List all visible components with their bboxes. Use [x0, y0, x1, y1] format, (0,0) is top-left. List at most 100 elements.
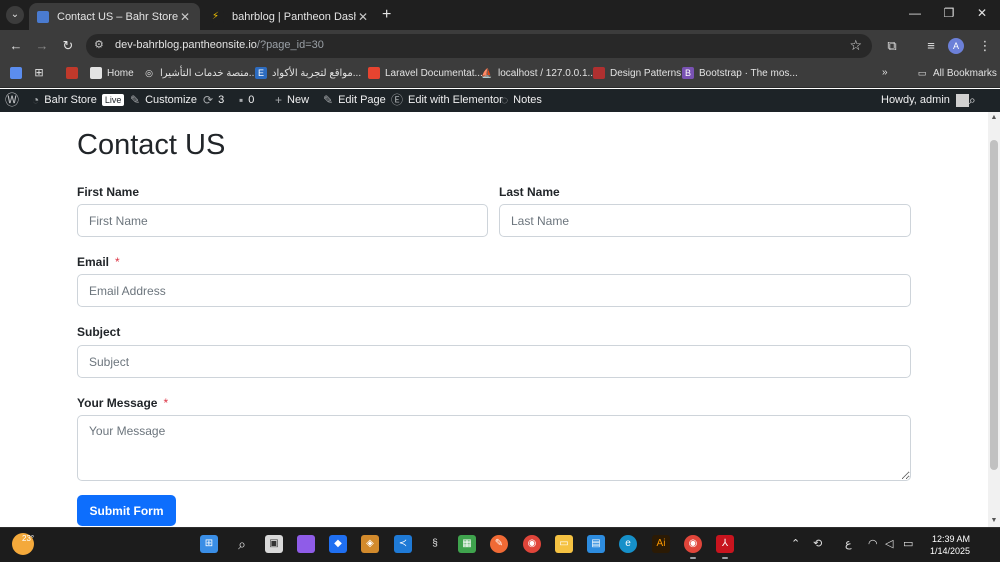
email-input[interactable] [77, 274, 911, 307]
more-bookmarks-chevron-icon[interactable]: » [882, 67, 888, 78]
bookmark-home[interactable]: Home [90, 67, 134, 79]
forward-arrow-icon[interactable]: → [33, 38, 51, 54]
refactoring-icon [593, 67, 605, 79]
bookmark-design-patterns[interactable]: Design Patterns [593, 67, 681, 79]
tray-chevron-icon[interactable]: ⌃ [791, 537, 800, 550]
wp-howdy[interactable]: Howdy, admin [881, 93, 969, 107]
language-indicator[interactable]: ع [845, 537, 852, 550]
message-label: Your Message * [77, 396, 169, 410]
new-tab-plus-icon[interactable]: + [382, 6, 391, 24]
page-content: Contact US First Name Last Name Email* S… [0, 112, 988, 527]
extensions-puzzle-icon[interactable]: ⧉ [883, 38, 901, 54]
task-view-icon[interactable]: ▣ [265, 535, 283, 553]
bookmark-code-sites[interactable]: E مواقع لتجربة الأكواد... [255, 67, 361, 79]
tab-title: Contact US – Bahr Store [57, 10, 178, 23]
elementor-icon: Ⓔ [391, 93, 404, 107]
illustrator-icon[interactable]: Ai [652, 535, 670, 553]
browser-toolbar: ← → ↻ ⚙ dev-bahrblog.pantheonsite.io/?pa… [0, 30, 1000, 62]
dropbox-icon[interactable]: ◆ [329, 535, 347, 553]
chrome-icon[interactable]: ◉ [523, 535, 541, 553]
wp-site-name[interactable]: ◔ Bahr Store Live [32, 93, 125, 107]
bookmark-square-icon[interactable] [10, 67, 27, 79]
wp-edit-page[interactable]: ✎ Edit Page [323, 93, 386, 107]
folder-icon: ▭ [917, 68, 927, 78]
subject-input[interactable] [77, 345, 911, 378]
tab-contact-us[interactable]: Contact US – Bahr Store ✕ [29, 3, 200, 30]
volume-icon[interactable]: ◁ [885, 537, 893, 550]
submit-form-button[interactable]: Submit Form [77, 495, 176, 526]
wordpress-logo-icon[interactable]: Ⓦ [5, 93, 24, 107]
weather-temperature: 23° [22, 534, 35, 543]
all-bookmarks[interactable]: ▭ All Bookmarks [916, 67, 997, 79]
close-tab-icon[interactable]: ✕ [356, 10, 370, 24]
wifi-icon[interactable]: ◠ [868, 537, 878, 550]
user-avatar [955, 93, 969, 107]
system-clock[interactable]: 12:39 AM 1/14/2025 [922, 533, 970, 557]
scroll-up-arrow-icon[interactable]: ▲ [988, 112, 1000, 124]
live-badge: Live [101, 94, 125, 106]
page-scrollbar[interactable]: ▲ ▼ [988, 112, 1000, 527]
store-icon[interactable]: ▤ [587, 535, 605, 553]
sync-icon[interactable]: ⟲ [813, 537, 822, 550]
profile-avatar[interactable]: A [948, 38, 964, 54]
kebab-menu-icon[interactable]: ⋮ [976, 38, 994, 54]
wp-new[interactable]: + New [275, 93, 309, 107]
back-arrow-icon[interactable]: ← [7, 38, 25, 54]
site-info-icon[interactable]: ⚙ [94, 38, 104, 51]
copilot-icon[interactable] [297, 535, 315, 553]
chrome-profile-icon[interactable]: ◉ [684, 535, 702, 559]
tab-search-button[interactable]: ⌄ [6, 6, 24, 24]
dashboard-icon: ◔ [32, 93, 40, 107]
file-explorer-icon[interactable]: ▭ [555, 535, 573, 553]
bookmark-visa[interactable]: ◎ منصة خدمات التأشيرا... [143, 67, 257, 79]
last-name-input[interactable] [499, 204, 911, 237]
laravel-icon [368, 67, 380, 79]
battery-icon[interactable]: ▭ [903, 537, 913, 550]
tab-pantheon[interactable]: ⚡ bahrblog | Pantheon Dashboard ✕ [204, 3, 378, 30]
pencil-icon: ✎ [323, 93, 334, 107]
subject-label: Subject [77, 325, 121, 339]
colorful-app-icon[interactable]: ▦ [458, 535, 476, 553]
bookmark-bootstrap[interactable]: B Bootstrap · The mos... [682, 67, 798, 79]
address-bar[interactable]: ⚙ dev-bahrblog.pantheonsite.io/?page_id=… [86, 34, 872, 58]
scrollbar-thumb[interactable] [990, 140, 998, 470]
last-name-label: Last Name [499, 185, 560, 199]
search-icon[interactable]: ⌕ [233, 535, 251, 553]
windows-start-icon[interactable]: ⊞ [200, 535, 218, 553]
media-controls-icon[interactable]: ≡ [922, 38, 940, 54]
browser-tab-strip: ⌄ Contact US – Bahr Store ✕ ⚡ bahrblog |… [0, 0, 1000, 30]
updates-icon: ⟳ [203, 93, 214, 107]
wp-customize[interactable]: ✎ Customize [130, 93, 197, 107]
reload-icon[interactable]: ↻ [59, 38, 77, 54]
apps-grid-icon[interactable]: ⊞ [33, 67, 50, 79]
sourcetree-icon[interactable]: ◈ [361, 535, 379, 553]
close-tab-icon[interactable]: ✕ [178, 10, 192, 24]
bookmark-localhost[interactable]: ⛵ localhost / 127.0.0.1... [481, 67, 595, 79]
wp-edit-elementor[interactable]: Ⓔ Edit with Elementor [391, 93, 503, 107]
email-label: Email * [77, 255, 120, 269]
pantheon-favicon-icon: ⚡ [212, 10, 224, 23]
restore-icon[interactable]: ❐ [939, 6, 959, 20]
scroll-down-arrow-icon[interactable]: ▼ [988, 515, 1000, 527]
wp-comments[interactable]: ▪ 0 [239, 93, 254, 107]
sublime-icon[interactable]: § [426, 535, 444, 553]
postman-icon[interactable]: ✎ [490, 535, 508, 553]
first-name-input[interactable] [77, 204, 488, 237]
notes-bubble-icon: ◌ [501, 93, 509, 107]
minimize-icon[interactable]: — [905, 6, 925, 20]
comment-icon: ▪ [239, 93, 244, 107]
close-window-icon[interactable]: ✕ [972, 6, 992, 20]
windows-taskbar: 23° ⊞ ⌕ ▣ ◆ ◈ ≺ § ▦ ✎ ◉ ▭ ▤ e Ai ◉ ⅄ ⌃ ⟲… [0, 527, 1000, 562]
bookmark-star-icon[interactable]: ☆ [849, 37, 862, 54]
acrobat-icon[interactable]: ⅄ [716, 535, 734, 559]
bookmark-laravel[interactable]: Laravel Documentat... [368, 67, 483, 79]
phpmyadmin-icon: ⛵ [481, 68, 493, 78]
edge-icon[interactable]: e [619, 535, 637, 553]
wp-search-icon[interactable]: ⌕ [969, 93, 981, 107]
bookmark-shield-icon[interactable] [66, 67, 83, 79]
required-asterisk: * [163, 396, 169, 410]
message-textarea[interactable] [77, 415, 911, 481]
wp-updates[interactable]: ⟳ 3 [203, 93, 224, 107]
wp-notes[interactable]: ◌ Notes [501, 93, 542, 107]
vscode-icon[interactable]: ≺ [394, 535, 412, 553]
